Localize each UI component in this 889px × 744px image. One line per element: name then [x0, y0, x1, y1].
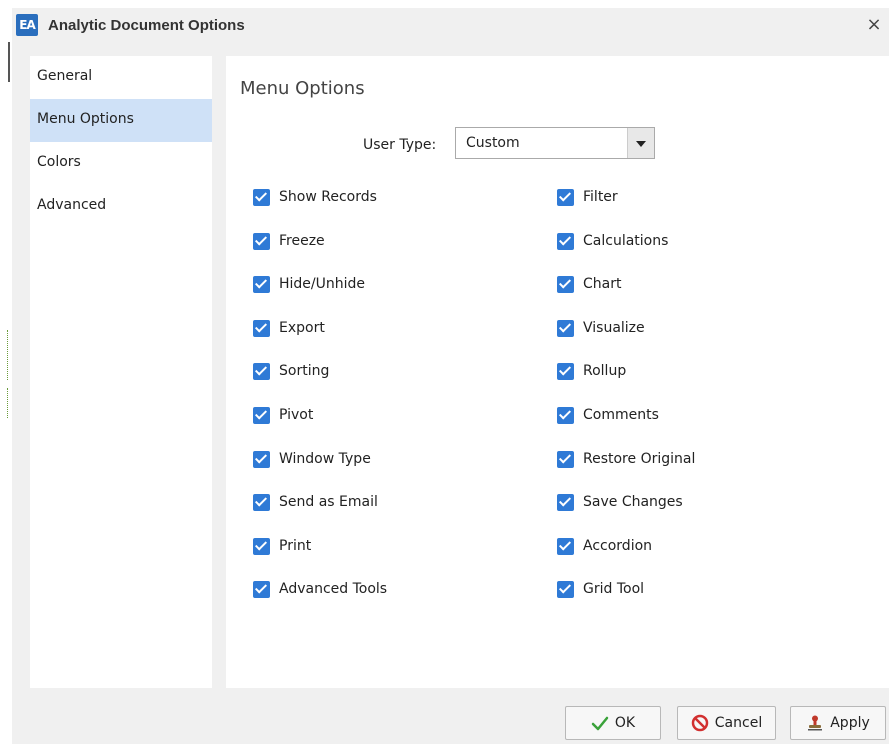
checkmark-icon [591, 716, 609, 731]
left-options-column: Show Records Freeze Hide/Unhide Export S… [253, 188, 387, 624]
checkbox-label: Freeze [279, 232, 325, 249]
checkbox-checked-icon[interactable] [253, 450, 270, 468]
checkbox-checked-icon[interactable] [253, 189, 270, 206]
checkbox-checked-icon[interactable] [557, 319, 574, 337]
checkbox-checked-icon[interactable] [557, 581, 574, 599]
checkbox-print[interactable]: Print [253, 537, 387, 581]
checkbox-label: Accordion [583, 537, 653, 554]
checkbox-checked-icon[interactable] [557, 537, 574, 555]
checkbox-checked-icon[interactable] [253, 581, 270, 599]
checkbox-pivot[interactable]: Pivot [253, 406, 387, 450]
checkbox-accordion[interactable]: Accordion [557, 537, 695, 581]
checkbox-label: Advanced Tools [279, 581, 388, 598]
checkbox-checked-icon[interactable] [557, 189, 574, 206]
background-edge-line [8, 42, 10, 82]
checkbox-checked-icon[interactable] [557, 232, 574, 250]
ok-label: OK [614, 715, 636, 731]
checkbox-label: Pivot [279, 406, 314, 423]
checkbox-filter[interactable]: Filter [557, 188, 695, 232]
sidebar-item-menu-options[interactable]: Menu Options [30, 99, 212, 142]
stamp-icon [808, 715, 823, 731]
close-button[interactable]: × [863, 14, 885, 36]
background-dotted-line [7, 330, 8, 380]
checkbox-checked-icon[interactable] [253, 406, 270, 424]
checkbox-label: Window Type [279, 450, 371, 467]
apply-button[interactable]: Apply [790, 706, 886, 740]
checkbox-checked-icon[interactable] [253, 232, 270, 250]
user-type-label: User Type: [363, 137, 437, 153]
title-bar[interactable]: EA Analytic Document Options × [12, 8, 889, 44]
analytic-document-options-dialog: EA Analytic Document Options × General M… [12, 8, 889, 744]
checkbox-label: Send as Email [279, 494, 378, 511]
chevron-down-icon[interactable] [627, 128, 654, 158]
user-type-value: Custom [466, 135, 520, 151]
checkbox-label: Rollup [583, 363, 627, 380]
checkbox-checked-icon[interactable] [253, 363, 270, 381]
sidebar-item-advanced[interactable]: Advanced [30, 185, 212, 228]
checkbox-label: Show Records [279, 189, 377, 205]
checkbox-visualize[interactable]: Visualize [557, 319, 695, 363]
cancel-button[interactable]: Cancel [677, 706, 776, 740]
checkbox-label: Print [279, 537, 312, 554]
checkbox-hide-unhide[interactable]: Hide/Unhide [253, 275, 387, 319]
checkbox-grid-tool[interactable]: Grid Tool [557, 580, 695, 624]
apply-label: Apply [830, 715, 870, 731]
checkbox-rollup[interactable]: Rollup [557, 362, 695, 406]
checkbox-checked-icon[interactable] [557, 494, 574, 512]
checkbox-checked-icon[interactable] [557, 363, 574, 381]
checkbox-export[interactable]: Export [253, 319, 387, 363]
checkbox-label: Grid Tool [583, 581, 645, 598]
checkbox-show-records[interactable]: Show Records [253, 188, 387, 232]
checkbox-label: Chart [583, 276, 622, 293]
checkbox-checked-icon[interactable] [557, 406, 574, 424]
checkbox-label: Hide/Unhide [279, 276, 366, 293]
checkbox-label: Filter [583, 189, 618, 205]
menu-options-panel: Menu Options User Type: Custom Show Reco… [226, 56, 889, 688]
sidebar: General Menu Options Colors Advanced [30, 56, 212, 688]
checkbox-checked-icon[interactable] [253, 494, 270, 512]
checkbox-comments[interactable]: Comments [557, 406, 695, 450]
checkbox-sorting[interactable]: Sorting [253, 362, 387, 406]
background-dotted-line [7, 388, 8, 418]
checkbox-checked-icon[interactable] [253, 276, 270, 294]
checkbox-label: Restore Original [583, 450, 696, 467]
checkbox-checked-icon[interactable] [557, 450, 574, 468]
checkbox-window-type[interactable]: Window Type [253, 450, 387, 494]
checkbox-chart[interactable]: Chart [557, 275, 695, 319]
sidebar-item-general[interactable]: General [30, 56, 212, 99]
checkbox-checked-icon[interactable] [557, 276, 574, 294]
checkbox-checked-icon[interactable] [253, 319, 270, 337]
checkbox-advanced-tools[interactable]: Advanced Tools [253, 580, 387, 624]
checkbox-restore-original[interactable]: Restore Original [557, 450, 695, 494]
checkbox-freeze[interactable]: Freeze [253, 232, 387, 276]
checkbox-save-changes[interactable]: Save Changes [557, 493, 695, 537]
panel-title: Menu Options [240, 78, 365, 99]
window-title: Analytic Document Options [48, 17, 245, 34]
app-icon: EA [16, 14, 38, 36]
checkbox-checked-icon[interactable] [253, 537, 270, 555]
checkbox-label: Sorting [279, 363, 330, 380]
checkbox-label: Comments [583, 406, 659, 423]
checkbox-label: Visualize [583, 319, 645, 336]
checkbox-calculations[interactable]: Calculations [557, 232, 695, 276]
checkbox-label: Save Changes [583, 494, 683, 511]
user-type-select[interactable]: Custom [455, 127, 655, 159]
right-options-column: Filter Calculations Chart Visualize Roll… [557, 188, 695, 624]
ok-button[interactable]: OK [565, 706, 661, 740]
sidebar-item-colors[interactable]: Colors [30, 142, 212, 185]
checkbox-label: Calculations [583, 232, 669, 249]
checkbox-send-as-email[interactable]: Send as Email [253, 493, 387, 537]
checkbox-label: Export [279, 319, 325, 336]
cancel-icon [691, 714, 709, 732]
cancel-label: Cancel [714, 715, 763, 731]
